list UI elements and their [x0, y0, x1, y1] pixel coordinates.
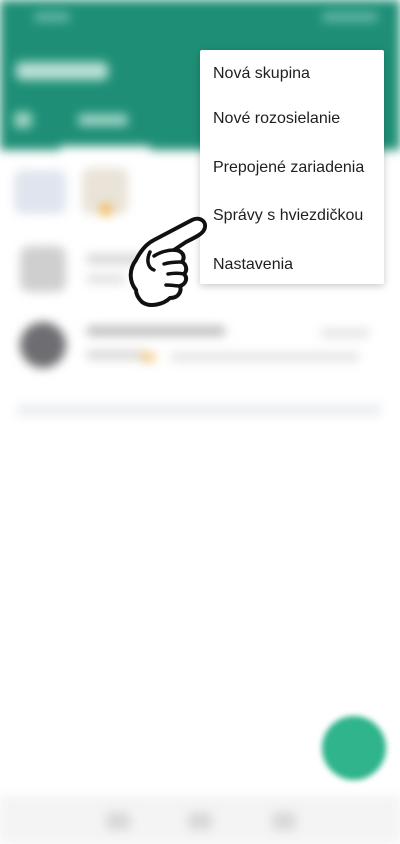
nav-recent-icon[interactable]: [106, 812, 130, 830]
menu-item-label: Prepojené zariadenia: [213, 159, 365, 176]
camera-tab-icon[interactable]: [14, 112, 32, 128]
list-item-time: [320, 328, 370, 338]
list-item-subtitle: [86, 350, 146, 360]
menu-item-settings[interactable]: Nastavenia: [200, 241, 384, 289]
my-status-thumbnail[interactable]: [14, 170, 66, 214]
menu-item-label: Nová skupina: [213, 65, 310, 82]
list-item-subtitle: [86, 274, 126, 284]
list-item-title: [86, 326, 226, 336]
status-bar-icons: [322, 12, 378, 22]
menu-item-linked-devices[interactable]: Prepojené zariadenia: [200, 144, 384, 192]
app-title: [16, 62, 108, 80]
menu-item-starred-messages[interactable]: Správy s hviezdičkou: [200, 192, 384, 240]
new-chat-icon[interactable]: [322, 716, 386, 780]
status-badge: [100, 204, 112, 216]
menu-item-label: Správy s hviezdičkou: [213, 207, 364, 224]
nav-home-icon[interactable]: [188, 812, 212, 830]
status-badge: [140, 352, 156, 362]
menu-item-new-group[interactable]: Nová skupina: [200, 50, 384, 98]
tab-indicator: [60, 146, 150, 150]
pointing-hand-icon: [128, 216, 207, 307]
menu-item-label: Nové rozosielanie: [213, 110, 341, 127]
overflow-menu: Nová skupina Nové rozosielanie Prepojené…: [200, 50, 384, 284]
avatar: [20, 322, 66, 368]
list-item-preview: [170, 352, 360, 362]
status-bar-time: [34, 12, 70, 22]
avatar: [20, 246, 66, 292]
tab-chats[interactable]: [78, 114, 128, 126]
list-item[interactable]: [0, 312, 400, 382]
menu-item-new-broadcast[interactable]: Nové rozosielanie: [200, 95, 384, 143]
info-banner: [16, 404, 382, 416]
menu-item-label: Nastavenia: [213, 256, 294, 273]
nav-back-icon[interactable]: [272, 812, 296, 830]
